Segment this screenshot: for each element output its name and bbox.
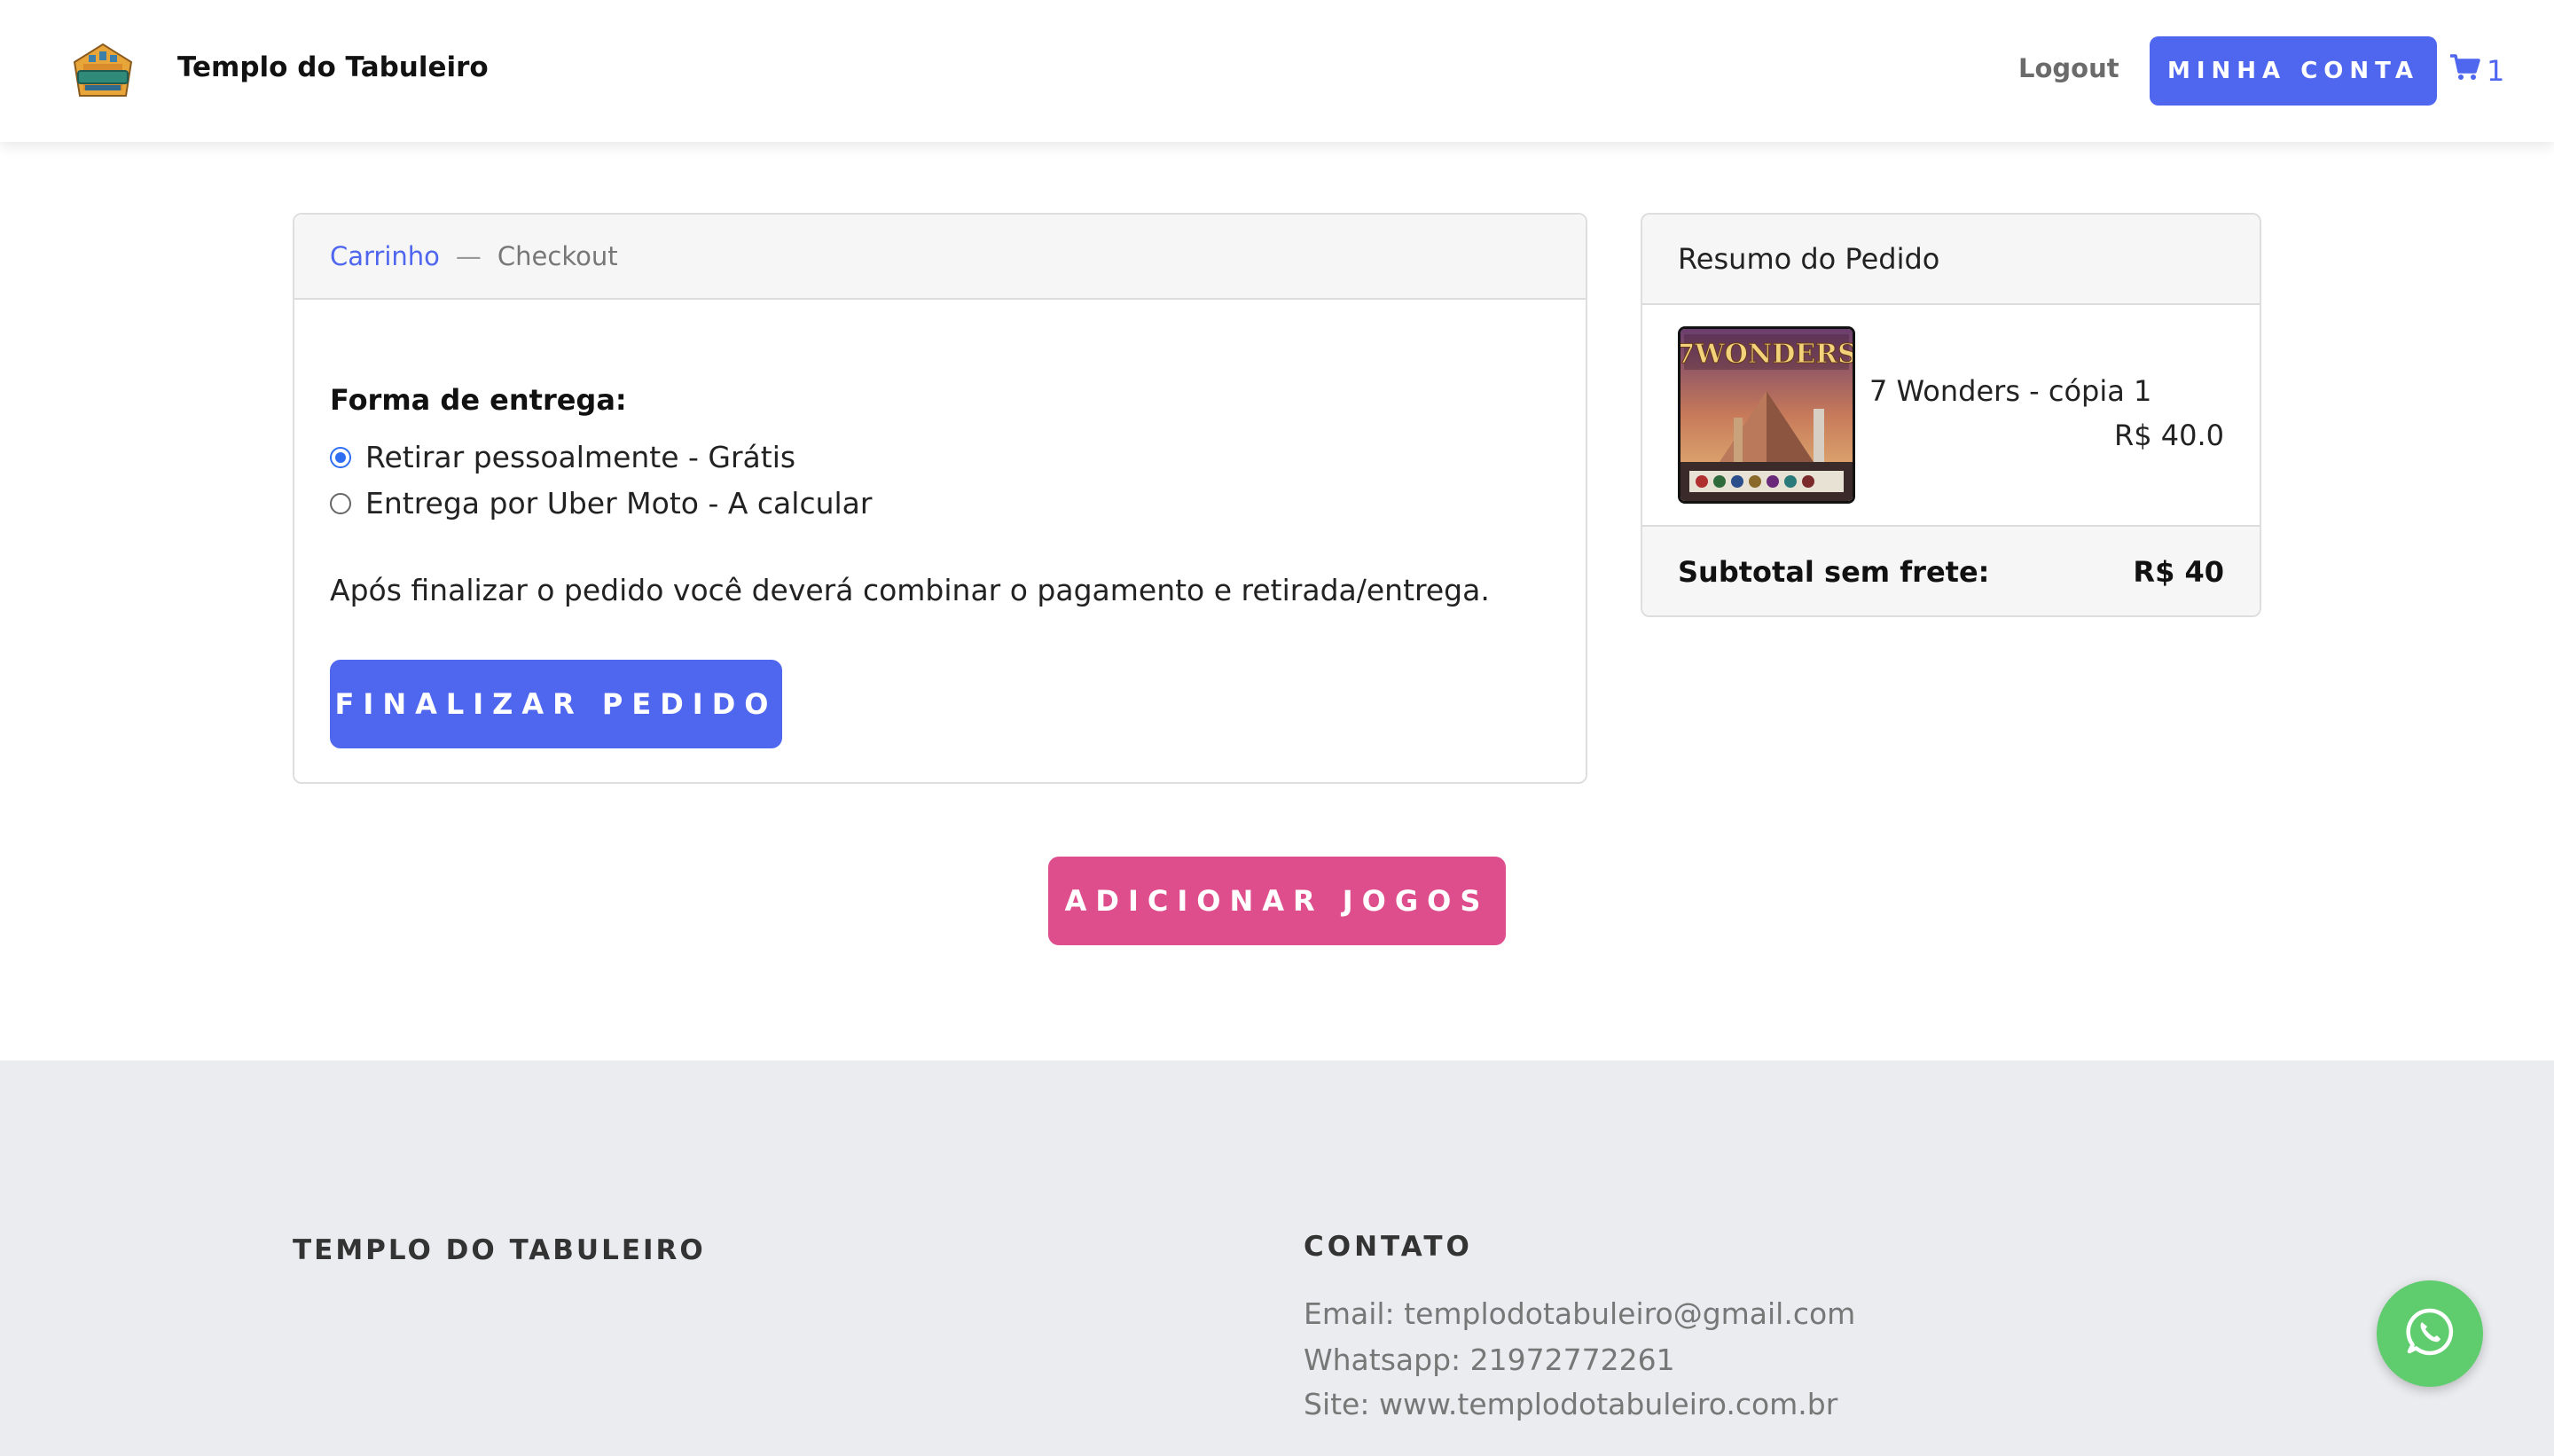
cart-count: 1	[2487, 54, 2505, 88]
uber-moto-option-label: Entrega por Uber Moto - A calcular	[365, 486, 873, 521]
whatsapp-icon	[2403, 1305, 2456, 1362]
product-name: 7 Wonders - cópia 1	[1869, 374, 2152, 408]
delivery-option-pickup[interactable]: Retirar pessoalmente - Grátis	[330, 440, 795, 474]
top-navbar: Templo do Tabuleiro Logout MINHA CONTA 1	[0, 0, 2554, 142]
footer-email[interactable]: Email: templodotabuleiro@gmail.com	[1304, 1296, 1855, 1331]
product-price: R$ 40.0	[2113, 419, 2224, 452]
order-summary-title: Resumo do Pedido	[1642, 215, 2260, 305]
breadcrumb: Carrinho — Checkout	[294, 215, 1586, 300]
logout-link[interactable]: Logout	[2018, 53, 2119, 83]
footer-site[interactable]: Site: www.templodotabuleiro.com.br	[1304, 1387, 1837, 1421]
subtotal-label: Subtotal sem frete:	[1678, 555, 1990, 589]
add-games-button[interactable]: ADICIONAR JOGOS	[1048, 857, 1506, 945]
delivery-option-uber-moto[interactable]: Entrega por Uber Moto - A calcular	[330, 486, 872, 521]
breadcrumb-cart-link[interactable]: Carrinho	[330, 241, 440, 271]
footer-whatsapp[interactable]: Whatsapp: 21972772261	[1304, 1342, 1675, 1377]
subtotal-row: Subtotal sem frete: R$ 40	[1642, 525, 2260, 615]
uber-moto-radio[interactable]	[330, 492, 351, 514]
subtotal-value: R$ 40	[2133, 555, 2224, 589]
product-thumb-title: 7WONDERS	[1680, 339, 1853, 370]
breadcrumb-current: Checkout	[497, 241, 618, 271]
brand-logo[interactable]	[71, 43, 135, 99]
order-summary-card: Resumo do Pedido 7WONDERS 7 Wonders - có…	[1641, 213, 2261, 617]
finalize-order-button[interactable]: FINALIZAR PEDIDO	[330, 660, 782, 748]
brand-name[interactable]: Templo do Tabuleiro	[177, 51, 489, 83]
whatsapp-chat-button[interactable]	[2377, 1280, 2483, 1387]
breadcrumb-separator: —	[455, 241, 482, 271]
pickup-option-label: Retirar pessoalmente - Grátis	[365, 440, 796, 474]
product-thumbnail[interactable]: 7WONDERS	[1678, 326, 1855, 504]
checkout-card: Carrinho — Checkout Forma de entrega: Re…	[293, 213, 1587, 784]
footer-contact-title: CONTATO	[1304, 1231, 1473, 1263]
payment-info-text: Após finalizar o pedido você deverá comb…	[330, 573, 1490, 607]
pickup-radio[interactable]	[330, 446, 351, 468]
my-account-button[interactable]: MINHA CONTA	[2150, 36, 2437, 106]
site-footer: TEMPLO DO TABULEIRO CONTATO Email: templ…	[0, 1061, 2554, 1456]
shopping-cart-icon	[2449, 53, 2481, 89]
footer-brand: TEMPLO DO TABULEIRO	[293, 1234, 706, 1266]
delivery-method-title: Forma de entrega:	[330, 383, 627, 417]
cart-link[interactable]: 1	[2449, 51, 2504, 90]
